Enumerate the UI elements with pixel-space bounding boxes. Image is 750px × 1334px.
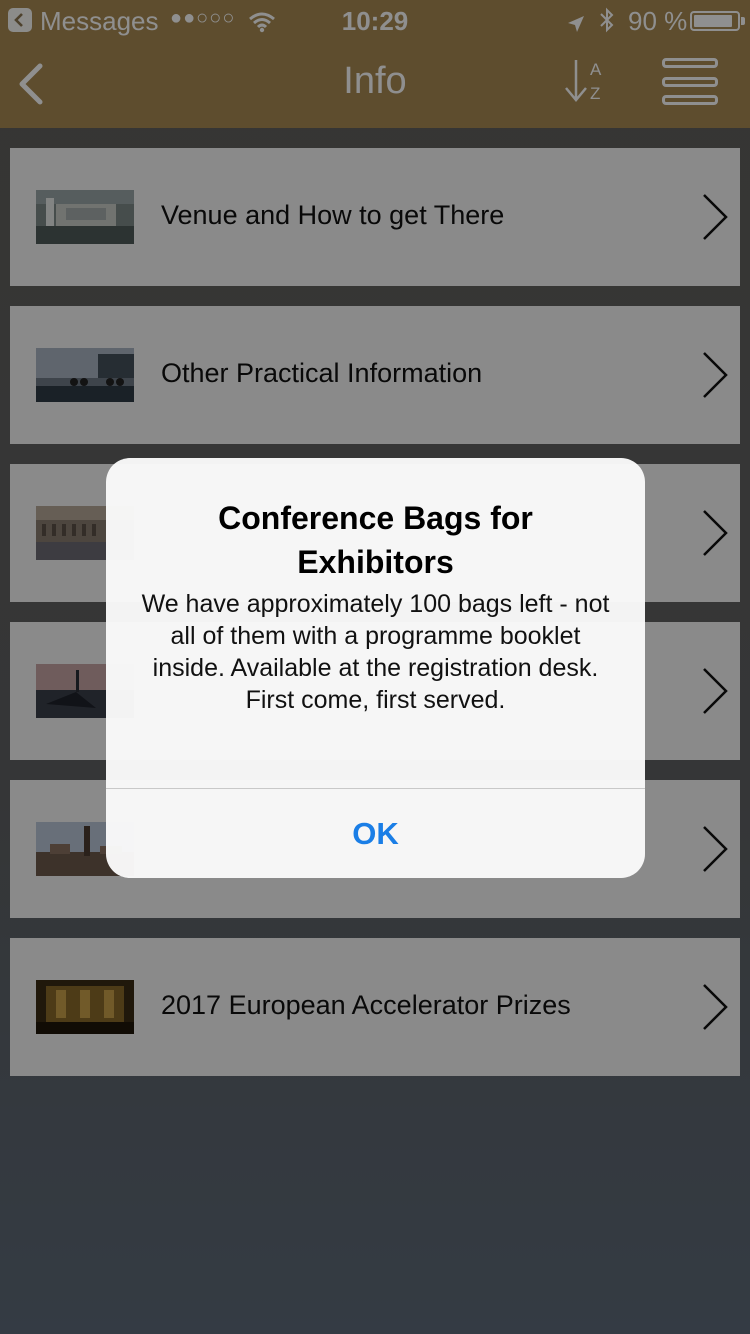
alert-dialog: Conference Bags for Exhibitors We have a… (106, 458, 645, 878)
alert-message: We have approximately 100 bags left - no… (141, 590, 610, 714)
alert-title: Conference Bags for Exhibitors (218, 500, 533, 580)
ok-button[interactable]: OK (106, 789, 645, 878)
